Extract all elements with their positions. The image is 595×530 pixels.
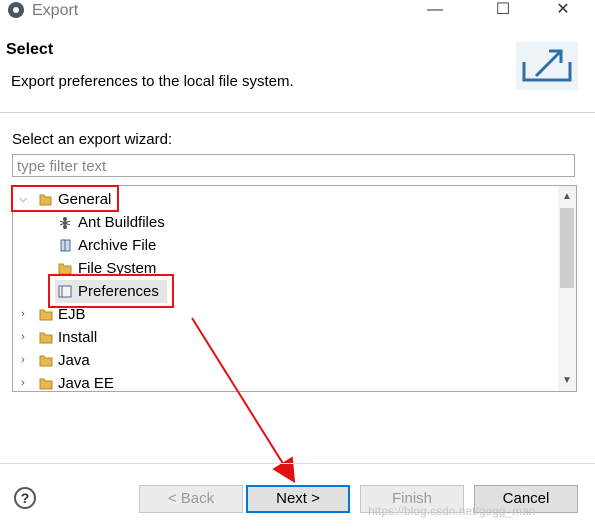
- chevron-right-icon[interactable]: ›: [16, 303, 30, 326]
- eclipse-app-icon: [8, 2, 24, 18]
- chevron-right-icon[interactable]: ›: [16, 326, 30, 349]
- annotation-box-preferences: [48, 274, 174, 308]
- next-button[interactable]: Next >: [246, 485, 350, 513]
- tree-item-label: Java: [58, 352, 90, 369]
- wizard-select-label: Select an export wizard:: [12, 131, 173, 148]
- folder-icon: [39, 378, 53, 390]
- close-button[interactable]: ✕: [543, 0, 583, 22]
- filter-input[interactable]: type filter text: [12, 154, 575, 177]
- back-button[interactable]: < Back: [139, 485, 243, 513]
- wizard-header: Select Export preferences to the local f…: [0, 22, 595, 113]
- scroll-up-icon[interactable]: ▲: [558, 188, 576, 206]
- page-title: Select: [6, 41, 54, 58]
- maximize-button[interactable]: ☐: [483, 0, 523, 22]
- tree-item-archive-file[interactable]: Archive File: [13, 234, 558, 257]
- watermark: https://blog.csdn.net/gogg_man: [368, 504, 536, 518]
- footer-separator: [0, 463, 595, 464]
- title-bar: Export — ☐ ✕: [0, 0, 595, 22]
- tree-item-install[interactable]: › Install: [13, 326, 558, 349]
- ant-icon: [59, 217, 71, 229]
- folder-icon: [39, 309, 53, 321]
- window-title: Export: [32, 2, 79, 19]
- tree-item-label: Ant Buildfiles: [78, 214, 165, 231]
- tree-item-ant-buildfiles[interactable]: Ant Buildfiles: [13, 211, 558, 234]
- annotation-box-general: [11, 185, 119, 212]
- archive-icon: [60, 239, 71, 252]
- folder-icon: [39, 355, 53, 367]
- tree-item-label: Install: [58, 329, 98, 346]
- chevron-right-icon[interactable]: ›: [16, 349, 30, 372]
- tree-item-label: Java EE: [58, 375, 114, 392]
- scroll-down-icon[interactable]: ▼: [558, 372, 576, 390]
- minimize-button[interactable]: —: [415, 0, 455, 22]
- folder-icon: [39, 332, 53, 344]
- tree-scrollbar[interactable]: ▲ ▼: [558, 186, 576, 391]
- export-banner-icon: [516, 42, 578, 90]
- tree-item-java[interactable]: › Java: [13, 349, 558, 372]
- chevron-right-icon[interactable]: ›: [16, 372, 30, 391]
- tree-item-java-ee[interactable]: › Java EE: [13, 372, 558, 392]
- help-icon[interactable]: ?: [14, 487, 36, 509]
- page-description: Export preferences to the local file sys…: [11, 73, 294, 90]
- tree-item-label: Archive File: [78, 237, 157, 254]
- scroll-thumb[interactable]: [560, 208, 574, 288]
